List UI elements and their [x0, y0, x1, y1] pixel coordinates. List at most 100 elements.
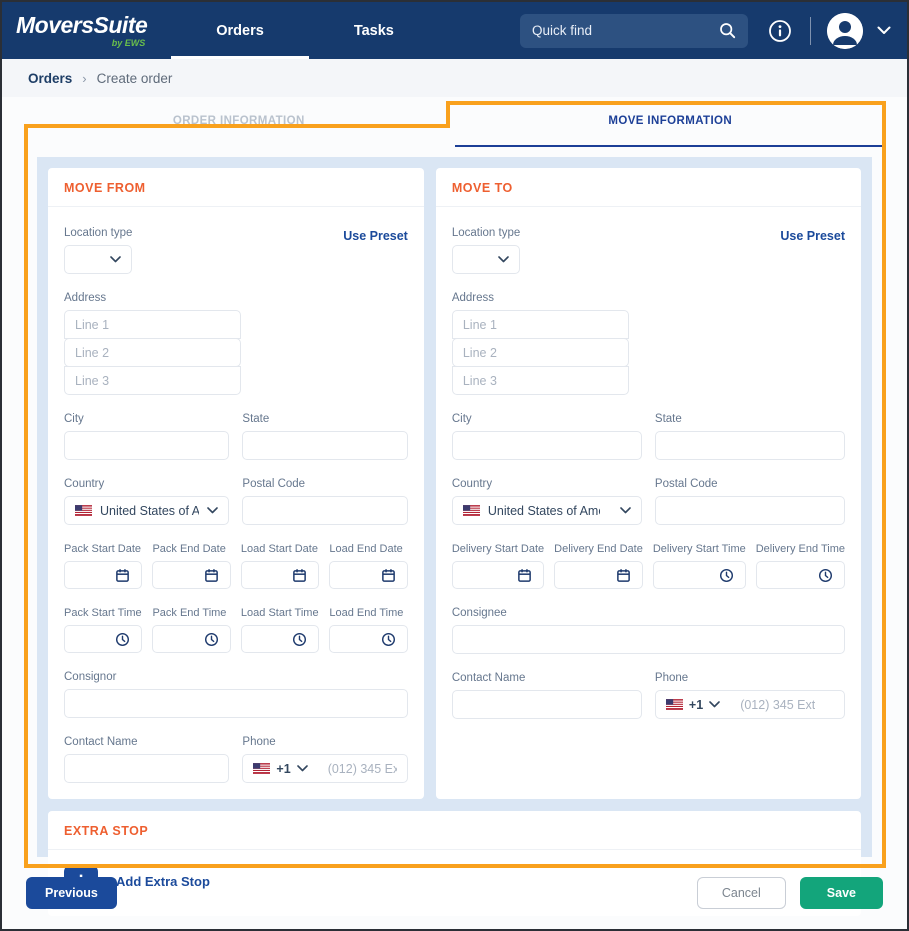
calendar-icon[interactable] — [381, 568, 396, 583]
quick-find-input[interactable] — [532, 23, 719, 38]
move-from-pack-end-time-field[interactable] — [152, 625, 230, 653]
move-to-address-line2-input[interactable] — [452, 338, 629, 367]
breadcrumb: Orders › Create order — [2, 59, 907, 97]
move-from-postal-code-input[interactable] — [242, 496, 407, 525]
calendar-icon[interactable] — [517, 568, 532, 583]
nav-tab-tasks[interactable]: Tasks — [309, 2, 439, 59]
tab-order-information-label: ORDER INFORMATION — [173, 115, 305, 127]
country-value: United States of America — [100, 504, 199, 518]
calendar-icon[interactable] — [115, 568, 130, 583]
phone-country-code[interactable]: +1 — [689, 698, 703, 712]
clock-icon[interactable] — [381, 632, 396, 647]
breadcrumb-separator: › — [82, 71, 86, 86]
move-from-country-select[interactable]: United States of America — [64, 496, 229, 525]
calendar-icon[interactable] — [292, 568, 307, 583]
chevron-down-icon[interactable] — [709, 701, 720, 708]
load-start-date-label: Load Start Date — [241, 543, 319, 555]
delivery-start-date-label: Delivery Start Date — [452, 543, 544, 555]
save-button[interactable]: Save — [800, 877, 883, 909]
chevron-down-icon[interactable] — [297, 765, 308, 772]
move-to-use-preset-link[interactable]: Use Preset — [780, 229, 845, 243]
info-icon — [768, 19, 792, 43]
move-to-state-input[interactable] — [655, 431, 845, 460]
move-to-postal-code-input[interactable] — [655, 496, 845, 525]
move-to-delivery-start-time-field[interactable] — [653, 561, 746, 589]
country-value: United States of America — [488, 504, 600, 518]
user-avatar[interactable] — [827, 13, 863, 49]
phone-placeholder: (012) 345 Ext — [328, 762, 397, 776]
top-navbar: MoversSuite by EWS Orders Tasks — [2, 2, 907, 59]
clock-icon[interactable] — [719, 568, 734, 583]
logo-subtext: by EWS — [112, 38, 146, 48]
form-tabs: ORDER INFORMATION MOVE INFORMATION — [23, 97, 886, 147]
tab-move-information[interactable]: MOVE INFORMATION — [455, 97, 887, 147]
move-to-delivery-end-date-field[interactable] — [554, 561, 643, 589]
move-from-load-start-date-field[interactable] — [241, 561, 319, 589]
move-to-location-type-select[interactable] — [452, 245, 520, 274]
us-flag-icon — [666, 699, 683, 710]
move-to-country-select[interactable]: United States of America — [452, 496, 642, 525]
address-label: Address — [64, 292, 408, 304]
calendar-icon[interactable] — [616, 568, 631, 583]
us-flag-icon — [463, 505, 480, 516]
clock-icon[interactable] — [292, 632, 307, 647]
move-to-phone-field[interactable]: +1 (012) 345 Ext — [655, 690, 845, 719]
move-to-address-line1-input[interactable] — [452, 310, 629, 339]
app-window: MoversSuite by EWS Orders Tasks — [0, 0, 909, 931]
move-from-use-preset-link[interactable]: Use Preset — [343, 229, 408, 243]
consignor-label: Consignor — [64, 671, 408, 683]
account-menu-chevron[interactable] — [877, 26, 891, 35]
quick-find-search[interactable] — [520, 14, 748, 48]
breadcrumb-orders[interactable]: Orders — [28, 71, 72, 86]
move-to-contact-name-input[interactable] — [452, 690, 642, 719]
search-icon[interactable] — [719, 22, 736, 39]
clock-icon[interactable] — [818, 568, 833, 583]
move-to-card: MOVE TO Location type Use Preset — [436, 168, 861, 799]
move-from-contact-name-input[interactable] — [64, 754, 229, 783]
move-information-panel: MOVE FROM Location type Use Preset — [37, 157, 872, 857]
move-to-delivery-start-date-field[interactable] — [452, 561, 544, 589]
city-label: City — [452, 413, 642, 425]
load-start-time-label: Load Start Time — [241, 607, 319, 619]
move-from-pack-start-time-field[interactable] — [64, 625, 142, 653]
move-from-pack-end-date-field[interactable] — [152, 561, 230, 589]
move-from-load-start-time-field[interactable] — [241, 625, 319, 653]
move-from-state-input[interactable] — [242, 431, 407, 460]
chevron-down-icon — [110, 256, 121, 263]
move-from-load-end-date-field[interactable] — [329, 561, 407, 589]
move-from-consignor-input[interactable] — [64, 689, 408, 718]
postal-code-label: Postal Code — [242, 478, 407, 490]
move-to-address-line3-input[interactable] — [452, 366, 629, 395]
move-from-pack-start-date-field[interactable] — [64, 561, 142, 589]
add-extra-stop-label[interactable]: Add Extra Stop — [116, 874, 210, 889]
consignee-label: Consignee — [452, 607, 845, 619]
move-to-consignee-input[interactable] — [452, 625, 845, 654]
info-button[interactable] — [768, 19, 792, 43]
address-label: Address — [452, 292, 845, 304]
phone-placeholder: (012) 345 Ext — [740, 698, 815, 712]
previous-button[interactable]: Previous — [26, 877, 117, 909]
chevron-down-icon — [207, 507, 218, 514]
move-from-address-line3-input[interactable] — [64, 366, 241, 395]
clock-icon[interactable] — [115, 632, 130, 647]
move-to-delivery-end-time-field[interactable] — [756, 561, 845, 589]
move-from-phone-field[interactable]: +1 (012) 345 Ext — [242, 754, 407, 783]
nav-tab-tasks-label: Tasks — [354, 23, 394, 39]
phone-country-code[interactable]: +1 — [276, 762, 290, 776]
city-label: City — [64, 413, 229, 425]
contact-name-label: Contact Name — [452, 672, 642, 684]
move-from-load-end-time-field[interactable] — [329, 625, 407, 653]
nav-tab-orders[interactable]: Orders — [171, 2, 309, 59]
cancel-button[interactable]: Cancel — [697, 877, 786, 909]
move-from-address-line1-input[interactable] — [64, 310, 241, 339]
move-from-city-input[interactable] — [64, 431, 229, 460]
move-from-location-type-select[interactable] — [64, 245, 132, 274]
clock-icon[interactable] — [204, 632, 219, 647]
calendar-icon[interactable] — [204, 568, 219, 583]
tab-order-information[interactable]: ORDER INFORMATION — [23, 97, 455, 147]
move-from-card: MOVE FROM Location type Use Preset — [48, 168, 424, 799]
move-from-address-line2-input[interactable] — [64, 338, 241, 367]
move-to-city-input[interactable] — [452, 431, 642, 460]
delivery-end-date-label: Delivery End Date — [554, 543, 643, 555]
state-label: State — [655, 413, 845, 425]
